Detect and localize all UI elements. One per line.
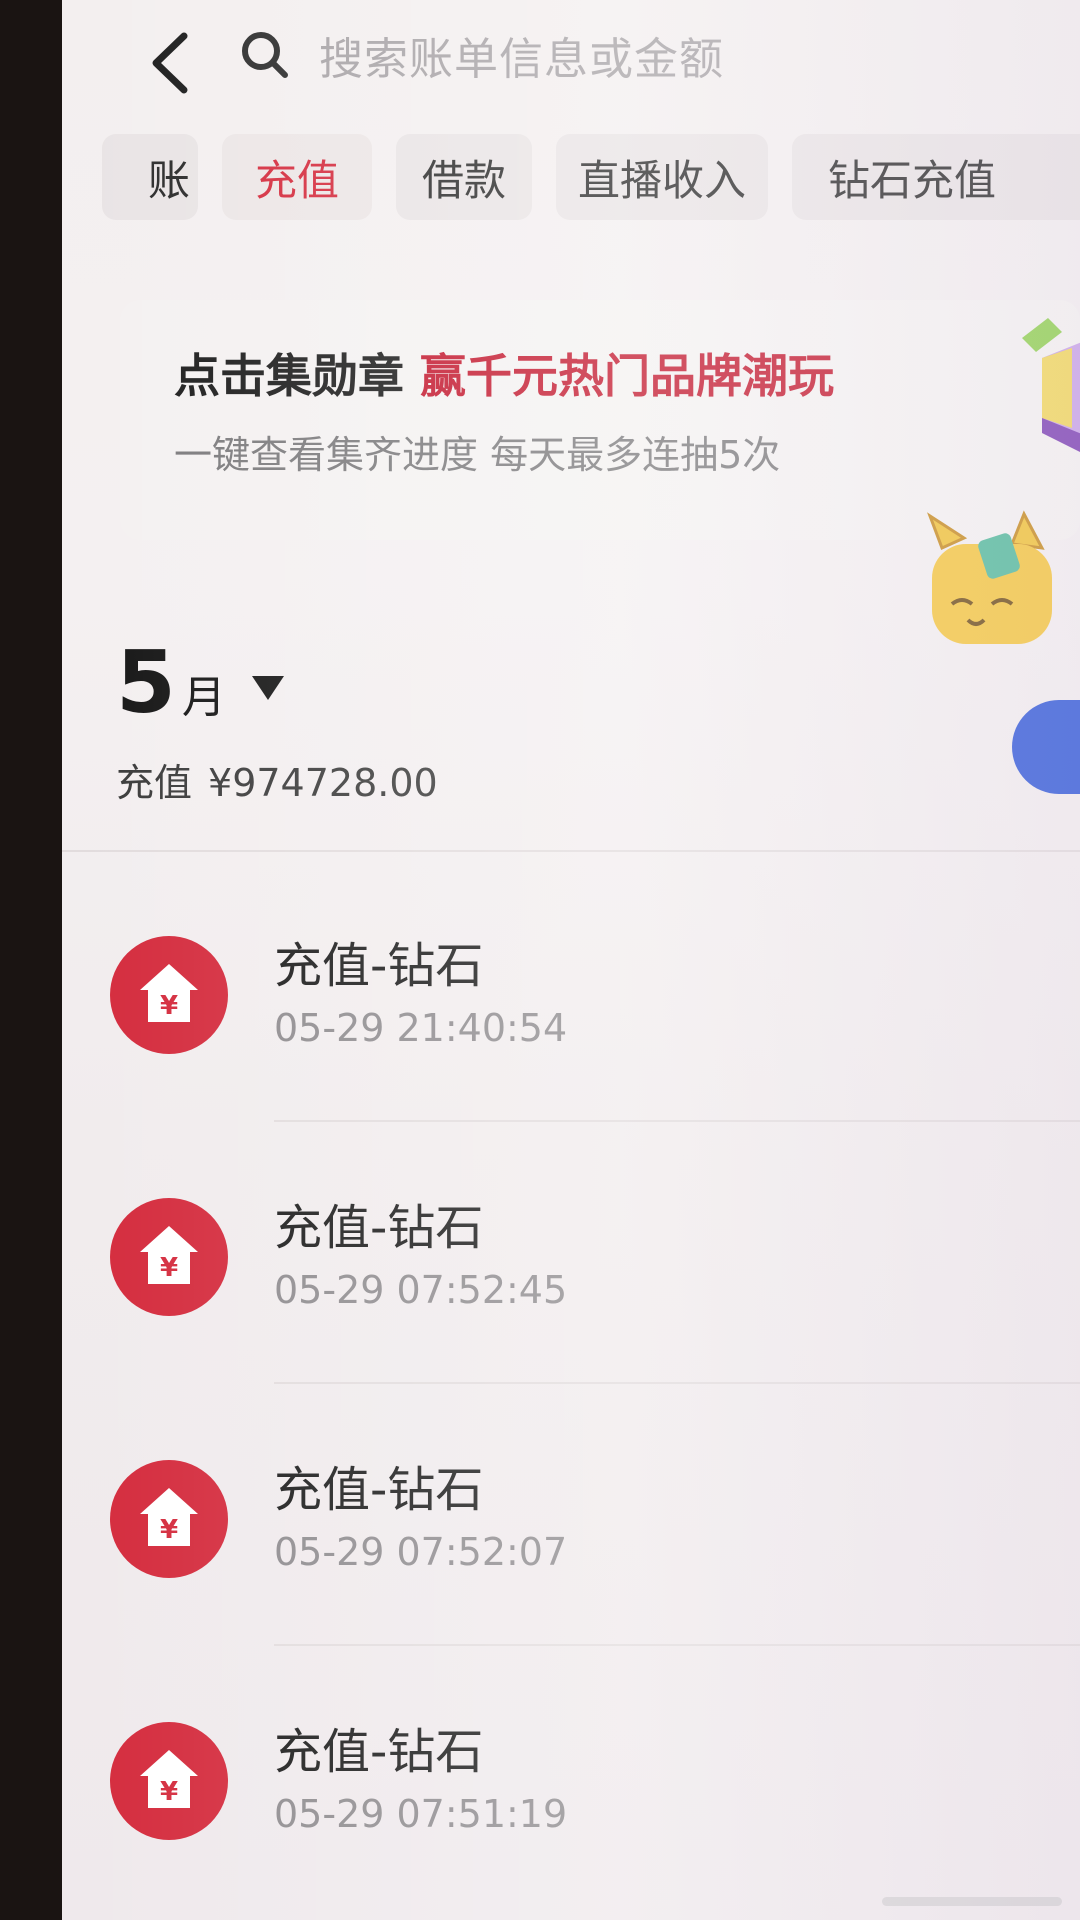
search-placeholder[interactable]: 搜索账单信息或金额 — [319, 23, 724, 87]
list-item[interactable]: ¥ 充值-钻石 05-29 07:52:45 — [62, 1122, 1080, 1384]
month-number: 5 — [116, 633, 176, 733]
record-title: 充值-钻石 — [274, 1462, 484, 1518]
search-icon — [242, 32, 288, 78]
yuan-house-icon: ¥ — [110, 1460, 228, 1578]
tab-label: 账 — [147, 155, 190, 205]
tab-label: 充值 — [254, 155, 339, 205]
svg-text:¥: ¥ — [160, 1253, 178, 1283]
record-time: 05-29 07:52:45 — [274, 1268, 568, 1312]
yuan-house-icon: ¥ — [110, 1722, 228, 1840]
yuan-house-icon: ¥ — [110, 1198, 228, 1316]
banner-title-plain: 点击集勋章 — [174, 349, 404, 403]
tab-recharge[interactable]: 充值 — [222, 134, 372, 220]
record-time: 05-29 21:40:54 — [274, 1006, 568, 1050]
yuan-house-icon: ¥ — [110, 936, 228, 1054]
list-item[interactable]: ¥ 充值-钻石 05-29 07:51:19 — [62, 1646, 1080, 1908]
record-title: 充值-钻石 — [274, 1200, 484, 1256]
month-total: 充值 ¥974728.00 — [116, 752, 438, 807]
banner-title: 点击集勋章 赢千元热门品牌潮玩 — [174, 340, 834, 406]
month-unit: 月 — [181, 672, 226, 723]
home-indicator[interactable] — [882, 1897, 1062, 1906]
cat-bag-sticker-icon — [927, 510, 1052, 644]
back-icon[interactable] — [142, 28, 198, 98]
gift-box-icon — [1022, 318, 1080, 452]
tab-label: 借款 — [421, 155, 506, 205]
tab-account[interactable]: 账 — [102, 134, 198, 220]
month-total-amount: ¥974728.00 — [208, 761, 438, 805]
list-item[interactable]: ¥ 充值-钻石 05-29 21:40:54 — [62, 860, 1080, 1122]
svg-text:¥: ¥ — [160, 1515, 178, 1545]
tab-diamond-recharge[interactable]: 钻石充值 — [792, 134, 1080, 220]
record-time: 05-29 07:51:19 — [274, 1792, 568, 1836]
record-title: 充值-钻石 — [274, 938, 484, 994]
tab-label: 钻石充值 — [828, 155, 997, 205]
search-bar[interactable]: 搜索账单信息或金额 — [237, 0, 1057, 110]
month-selector[interactable]: 5 月 — [116, 640, 284, 726]
month-total-label: 充值 — [116, 761, 193, 805]
tab-live-income[interactable]: 直播收入 — [556, 134, 768, 220]
svg-text:¥: ¥ — [160, 991, 178, 1021]
banner-title-highlight: 赢千元热门品牌潮玩 — [420, 349, 835, 403]
category-tabs: 账 充值 借款 直播收入 钻石充值 — [62, 120, 1080, 240]
filter-button[interactable] — [1012, 700, 1080, 794]
phone-screen: 搜索账单信息或金额 账 充值 借款 直播收入 钻石充值 点击集勋章 赢千元热门品… — [62, 0, 1080, 1920]
banner-subtitle: 一键查看集齐进度 每天最多连抽5次 — [174, 433, 781, 477]
record-title: 充值-钻石 — [274, 1724, 484, 1780]
record-time: 05-29 07:52:07 — [274, 1530, 568, 1574]
promo-banner[interactable] — [120, 300, 1080, 540]
tab-label: 直播收入 — [577, 155, 746, 205]
tab-loan[interactable]: 借款 — [396, 134, 532, 220]
list-item[interactable]: ¥ 充值-钻石 05-29 07:52:07 — [62, 1384, 1080, 1646]
section-divider — [62, 850, 1080, 852]
caret-down-icon — [251, 676, 284, 700]
svg-text:¥: ¥ — [160, 1777, 178, 1807]
